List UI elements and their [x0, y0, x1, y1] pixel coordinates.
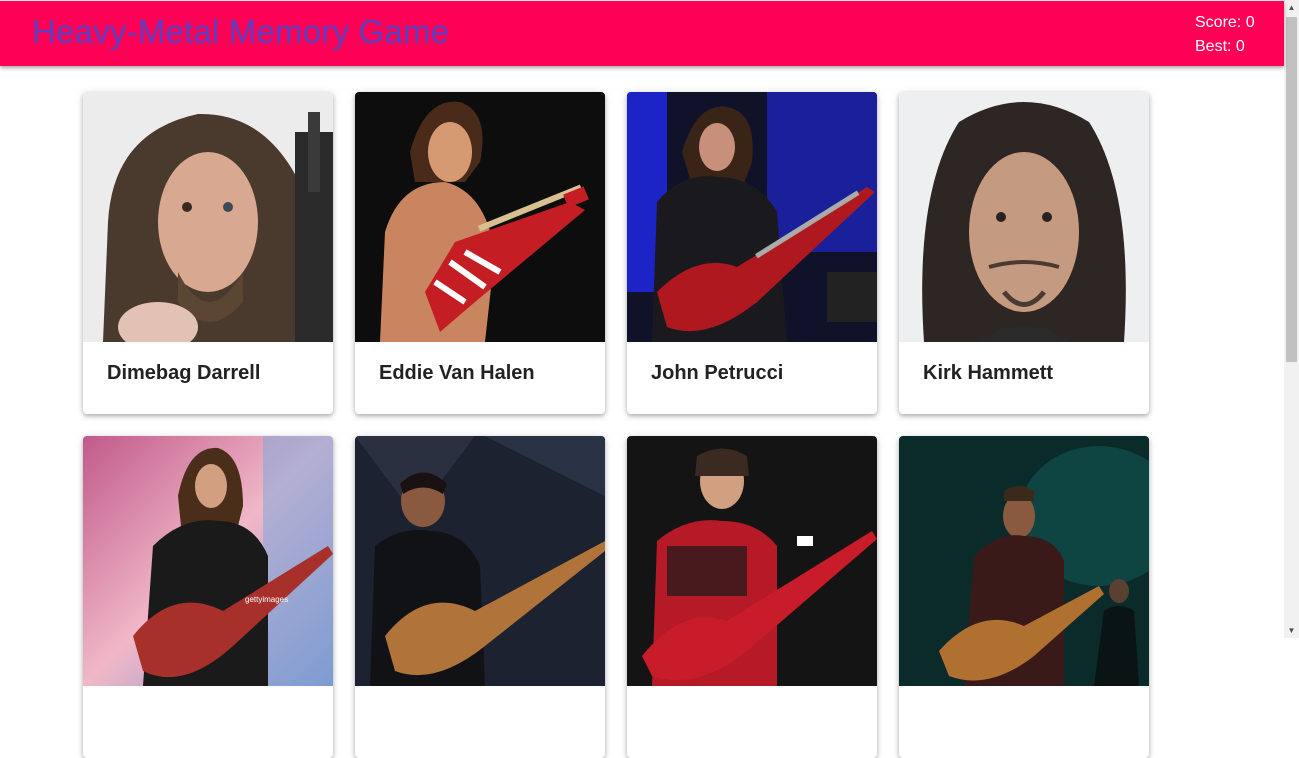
card-photo: [355, 436, 605, 686]
card-photo: [899, 436, 1149, 686]
card-photo: [83, 92, 333, 342]
vertical-scrollbar[interactable]: ▲ ▼: [1284, 0, 1299, 638]
app-header: Heavy-Metal Memory Game Score: 0 Best: 0: [0, 0, 1284, 66]
best-label: Best:: [1195, 38, 1232, 55]
card-photo: gettyimages: [83, 436, 333, 686]
card-eddie-van-halen[interactable]: Eddie Van Halen: [355, 92, 605, 414]
card-name: Kirk Hammett: [923, 362, 1054, 384]
current-score: Score: 0: [1195, 11, 1255, 35]
score-label: Score:: [1195, 14, 1242, 31]
watermark-text: gettyimages: [245, 595, 288, 604]
card-photo: [627, 436, 877, 686]
score-value: 0: [1245, 14, 1255, 31]
best-value: 0: [1235, 38, 1245, 55]
card-john-petrucci[interactable]: John Petrucci: [627, 92, 877, 414]
card-name: Dimebag Darrell: [107, 362, 261, 384]
card-kirk-hammett[interactable]: Kirk Hammett: [899, 92, 1149, 414]
card-photo: [627, 92, 877, 342]
page-title: Heavy-Metal Memory Game: [32, 13, 450, 50]
scroll-thumb[interactable]: [1286, 17, 1297, 362]
card-dimebag-darrell[interactable]: Dimebag Darrell: [83, 92, 333, 414]
best-score: Best: 0: [1195, 35, 1255, 59]
card-name: Eddie Van Halen: [379, 362, 535, 384]
scroll-down-arrow-icon[interactable]: ▼: [1284, 623, 1299, 638]
card-musician-5[interactable]: gettyimages: [83, 436, 333, 758]
card-photo: [355, 92, 605, 342]
card-musician-6[interactable]: [355, 436, 605, 758]
card-musician-8[interactable]: [899, 436, 1149, 758]
card-photo: [899, 92, 1149, 342]
scroll-up-arrow-icon[interactable]: ▲: [1284, 0, 1299, 15]
card-name: John Petrucci: [651, 362, 784, 384]
card-musician-7[interactable]: [627, 436, 877, 758]
score-panel: Score: 0 Best: 0: [1195, 11, 1255, 59]
